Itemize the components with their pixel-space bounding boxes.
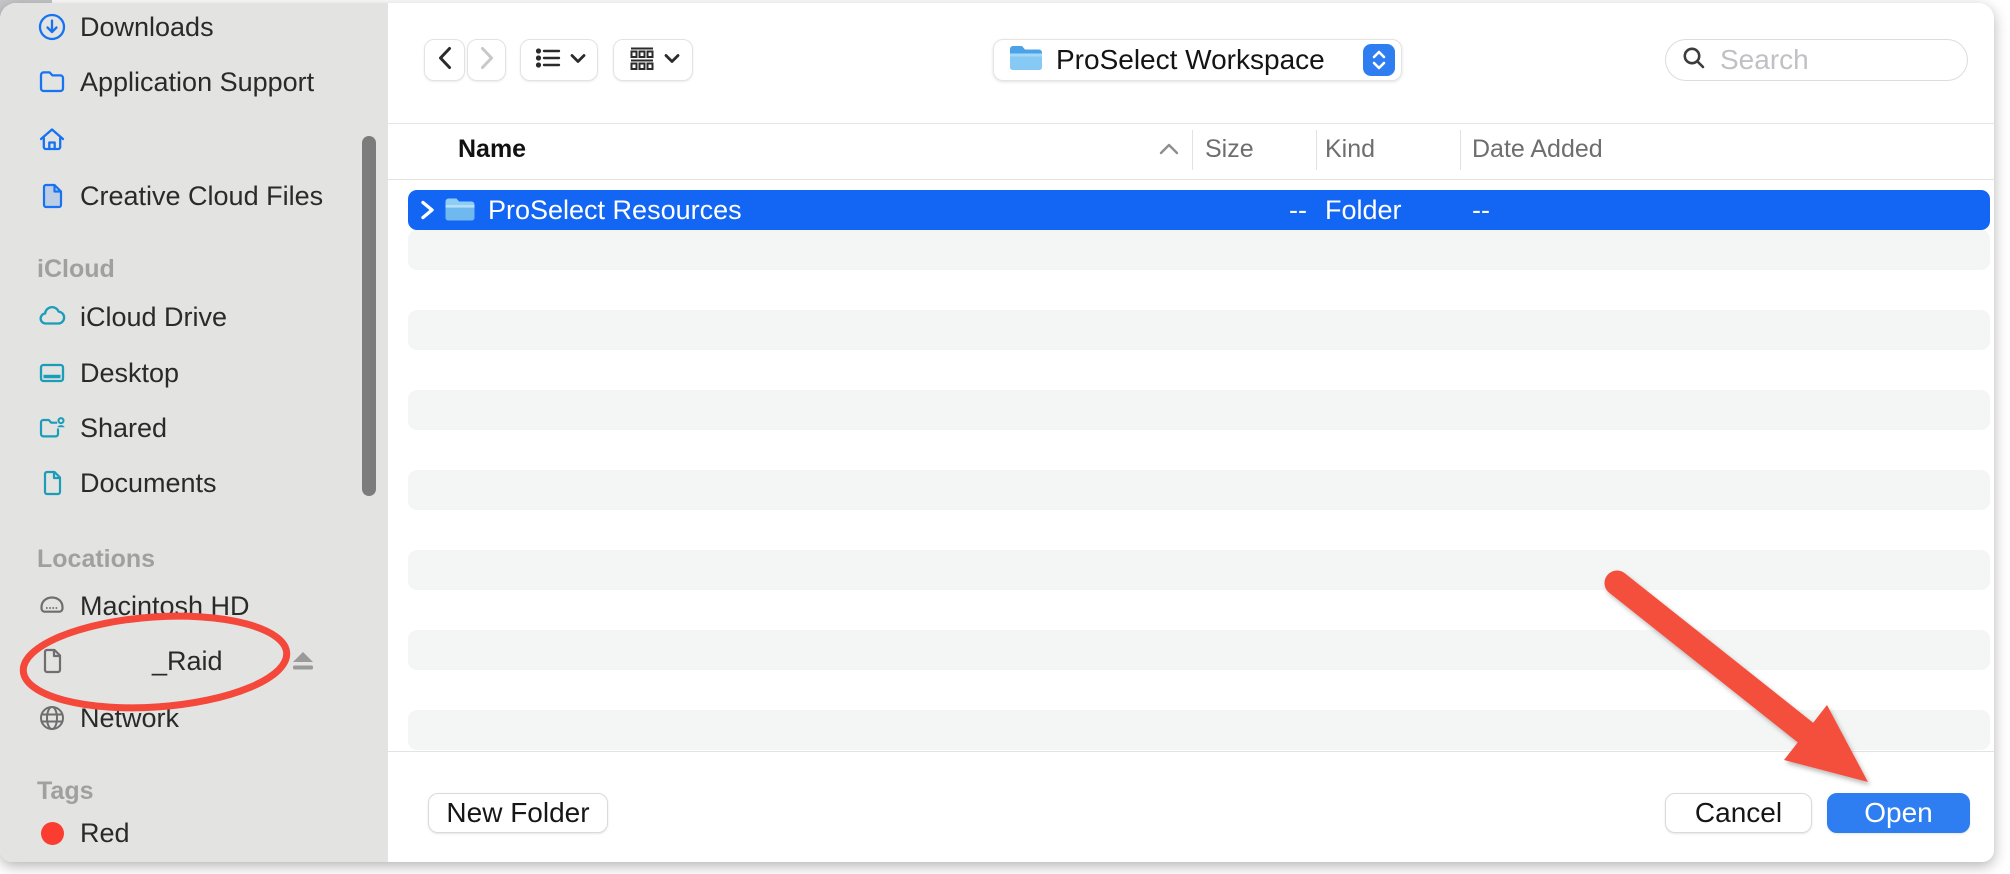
globe-icon	[37, 703, 67, 733]
folder-icon	[1008, 44, 1044, 77]
list-view-button[interactable]	[520, 39, 598, 81]
sidebar-item-label: iCloud Drive	[80, 302, 227, 333]
sidebar-item-application-support[interactable]: Application Support	[0, 56, 388, 108]
sidebar-item-label: Desktop	[80, 358, 179, 389]
red-tag-dot	[37, 818, 67, 848]
empty-row-stripe	[408, 630, 1990, 670]
sidebar-item-label: Application Support	[80, 67, 314, 98]
sidebar-item-label: Red	[80, 818, 130, 849]
search-field[interactable]	[1665, 39, 1968, 81]
file-browser: ProSelect Workspace Name Size Kind Date …	[388, 3, 1994, 862]
column-separator	[1316, 130, 1317, 170]
sidebar-item-label: Network	[80, 703, 179, 734]
sidebar-item-label: Downloads	[80, 12, 214, 43]
cloud-icon	[37, 302, 67, 332]
current-folder-popup[interactable]: ProSelect Workspace	[993, 39, 1402, 81]
hard-drive-icon	[37, 591, 67, 621]
sidebar-item-label: _Raid	[152, 646, 223, 677]
search-input[interactable]	[1718, 43, 1942, 77]
eject-icon[interactable]	[290, 649, 316, 673]
file-date-added: --	[1472, 190, 1490, 230]
sidebar-item-tag-red[interactable]: Red	[0, 807, 388, 859]
file-row-proselect-resources[interactable]: ProSelect Resources -- Folder --	[408, 190, 1990, 230]
empty-row-stripe	[408, 390, 1990, 430]
sidebar-item-shared[interactable]: Shared	[0, 402, 388, 454]
chevron-right-icon	[477, 45, 497, 76]
sidebar-item-label: Shared	[80, 413, 167, 444]
sidebar: Downloads Application Support Creative C…	[0, 3, 388, 862]
open-dialog: Downloads Application Support Creative C…	[0, 3, 1994, 862]
empty-row-stripe	[408, 470, 1990, 510]
column-separator	[1460, 130, 1461, 170]
open-button[interactable]: Open	[1827, 793, 1970, 833]
sidebar-item-home[interactable]	[0, 114, 388, 166]
search-icon	[1680, 44, 1708, 77]
sidebar-scrollbar[interactable]	[362, 136, 376, 496]
column-header-date-added[interactable]: Date Added	[1472, 135, 1603, 164]
document-icon	[37, 646, 67, 676]
chevron-down-icon	[664, 51, 680, 69]
forward-button[interactable]	[467, 39, 506, 81]
empty-row-stripe	[408, 550, 1990, 590]
sidebar-item-icloud-drive[interactable]: iCloud Drive	[0, 291, 388, 343]
chevron-left-icon	[435, 45, 455, 76]
disclosure-chevron-icon[interactable]	[418, 199, 436, 221]
document-icon	[37, 468, 67, 498]
new-folder-button[interactable]: New Folder	[428, 793, 608, 833]
sidebar-section-locations: Locations	[37, 545, 155, 574]
back-button[interactable]	[424, 39, 465, 81]
sidebar-item-downloads[interactable]: Downloads	[0, 3, 388, 53]
shared-folder-icon	[37, 413, 67, 443]
column-separator	[1192, 130, 1193, 170]
cancel-button[interactable]: Cancel	[1665, 793, 1812, 833]
current-folder-label: ProSelect Workspace	[1056, 44, 1363, 76]
sidebar-item-label: Macintosh HD	[80, 591, 250, 622]
folder-icon	[37, 67, 67, 97]
sidebar-section-tags: Tags	[37, 777, 94, 806]
file-kind: Folder	[1325, 190, 1402, 230]
column-header-name[interactable]: Name	[458, 135, 526, 164]
download-circle-icon	[37, 12, 67, 42]
file-size: --	[1187, 190, 1307, 230]
folder-icon	[444, 197, 476, 223]
desktop-icon	[37, 358, 67, 388]
group-view-button[interactable]	[613, 39, 693, 81]
sidebar-item-label: Documents	[80, 468, 217, 499]
chevron-down-icon	[570, 51, 586, 69]
sidebar-item-macintosh-hd[interactable]: Macintosh HD	[0, 580, 388, 632]
sidebar-item-documents[interactable]: Documents	[0, 457, 388, 509]
sidebar-item-label: Creative Cloud Files	[80, 181, 323, 212]
list-view-icon	[532, 43, 564, 78]
group-view-icon	[626, 43, 658, 78]
sidebar-item-creative-cloud-files[interactable]: Creative Cloud Files	[0, 170, 388, 222]
home-icon	[37, 125, 67, 155]
popup-stepper-icon[interactable]	[1363, 44, 1395, 76]
sidebar-section-icloud: iCloud	[37, 255, 115, 284]
empty-row-stripe	[408, 710, 1990, 750]
column-header-kind[interactable]: Kind	[1325, 135, 1375, 164]
chevron-up-icon	[1158, 142, 1180, 161]
sidebar-item-raid[interactable]: _Raid	[0, 635, 388, 687]
column-header-size[interactable]: Size	[1205, 135, 1254, 164]
empty-row-stripe	[408, 230, 1990, 270]
sidebar-item-desktop[interactable]: Desktop	[0, 347, 388, 399]
empty-row-stripe	[408, 310, 1990, 350]
sidebar-item-network[interactable]: Network	[0, 692, 388, 744]
document-icon	[37, 181, 67, 211]
